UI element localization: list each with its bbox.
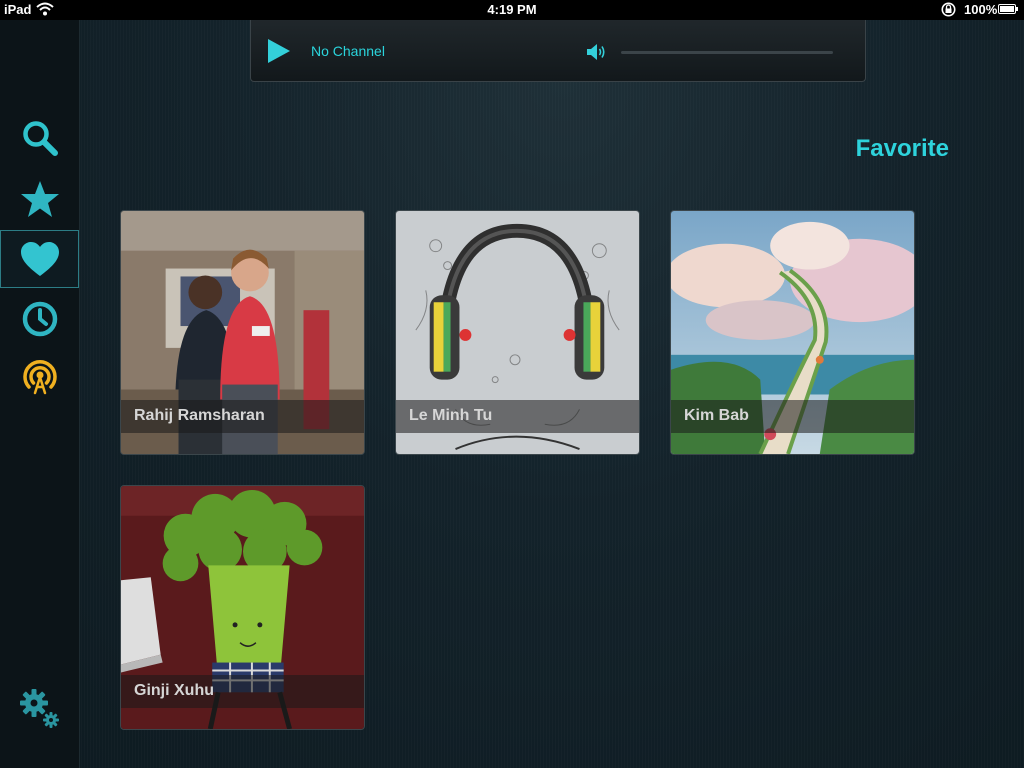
sidebar-item-broadcast[interactable] bbox=[0, 348, 79, 406]
play-button[interactable] bbox=[266, 38, 292, 64]
search-icon bbox=[22, 121, 58, 156]
gear-icon bbox=[19, 689, 59, 728]
sidebar bbox=[0, 20, 80, 768]
heart-icon bbox=[20, 242, 59, 276]
channel-name: No Channel bbox=[311, 43, 385, 59]
rotation-lock-icon bbox=[941, 2, 956, 17]
favorite-name: Le Minh Tu bbox=[409, 407, 493, 424]
status-time: 4:19 PM bbox=[487, 2, 537, 17]
favorite-name: Kim Bab bbox=[684, 407, 749, 424]
tile-caption: Le Minh Tu bbox=[396, 400, 639, 433]
volume-slider[interactable] bbox=[621, 51, 833, 54]
app-screen: iPad 4:19 PM 100% No Channel Favorite Ra… bbox=[0, 0, 1024, 768]
favorite-name: Ginji Xuhu bbox=[134, 682, 214, 699]
settings-button[interactable] bbox=[0, 680, 79, 738]
battery-level: 100% bbox=[964, 2, 998, 17]
sidebar-item-search[interactable] bbox=[0, 109, 79, 167]
tile-caption: Kim Bab bbox=[671, 400, 914, 433]
sidebar-item-favorite[interactable] bbox=[0, 230, 79, 288]
sidebar-item-recent[interactable] bbox=[0, 290, 79, 348]
page-title: Favorite bbox=[855, 135, 949, 162]
sidebar-item-featured[interactable] bbox=[0, 170, 79, 228]
tile-caption: Ginji Xuhu bbox=[121, 675, 364, 708]
tile-caption: Rahij Ramsharan bbox=[121, 400, 364, 433]
status-bar: iPad 4:19 PM 100% bbox=[0, 0, 1024, 20]
favorite-tile[interactable]: Kim Bab bbox=[670, 210, 915, 455]
broadcast-icon bbox=[22, 360, 57, 395]
battery-icon bbox=[998, 4, 1018, 14]
favorite-tile[interactable]: Rahij Ramsharan bbox=[120, 210, 365, 455]
player-bar: No Channel bbox=[250, 20, 866, 82]
favorite-tile[interactable]: Ginji Xuhu bbox=[120, 485, 365, 730]
speaker-icon[interactable] bbox=[587, 43, 607, 61]
clock-icon bbox=[22, 301, 57, 337]
favorite-tile[interactable]: Le Minh Tu bbox=[395, 210, 640, 455]
favorite-name: Rahij Ramsharan bbox=[134, 407, 265, 424]
star-icon bbox=[20, 181, 59, 217]
